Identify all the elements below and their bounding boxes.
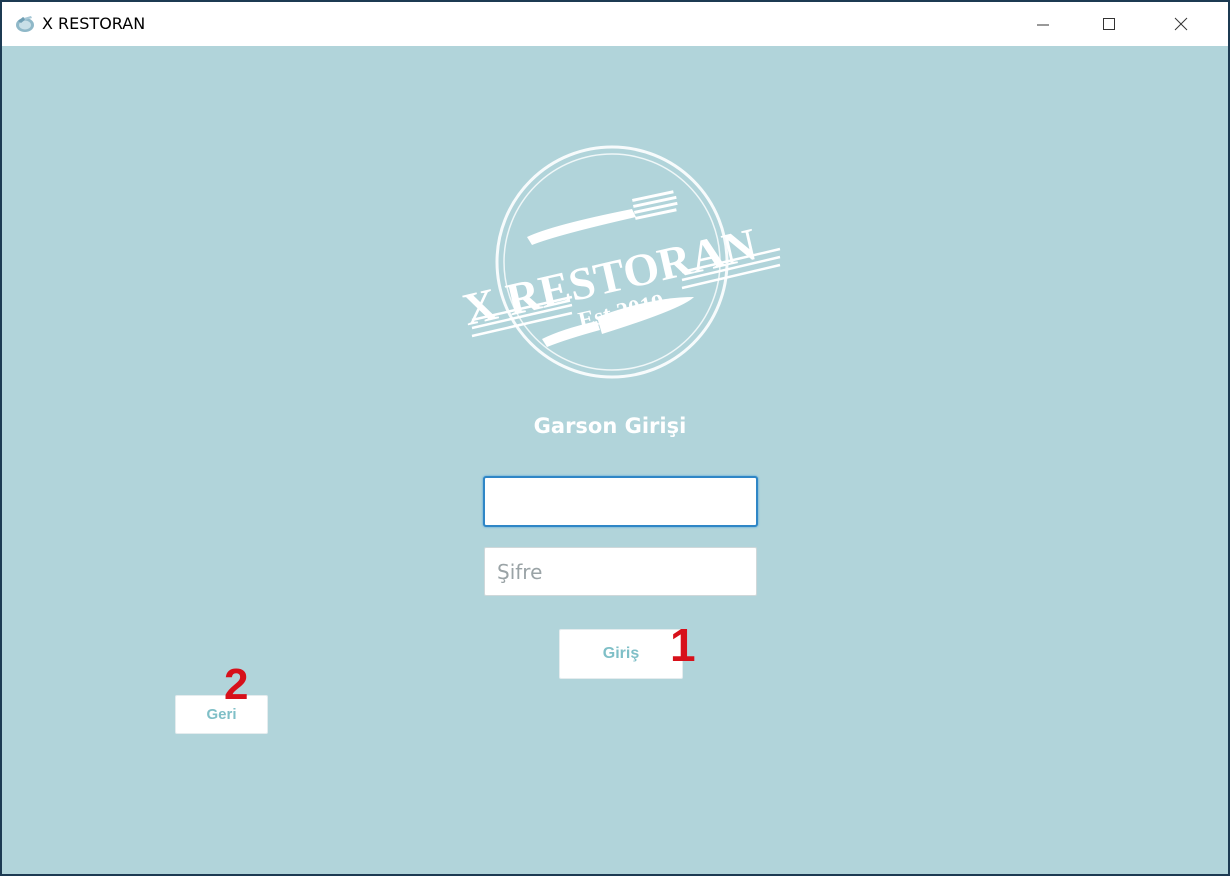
- minimize-button[interactable]: [1020, 2, 1066, 46]
- password-input[interactable]: [484, 547, 757, 596]
- close-button[interactable]: [1158, 2, 1204, 46]
- annotation-marker-2: 2: [224, 660, 249, 709]
- app-logo-icon: [16, 16, 34, 32]
- login-button[interactable]: Giriş: [559, 629, 683, 679]
- maximize-button[interactable]: [1086, 2, 1132, 46]
- fork-icon: [527, 190, 678, 245]
- annotation-marker-1: 1: [670, 619, 696, 671]
- page-title: Garson Girişi: [533, 414, 687, 438]
- back-button[interactable]: Geri: [175, 695, 268, 734]
- window-title: X RESTORAN: [42, 14, 146, 33]
- title-bar[interactable]: X RESTORAN: [2, 2, 1228, 46]
- close-icon: [1174, 17, 1188, 31]
- minimize-icon: [1037, 24, 1049, 26]
- maximize-icon: [1103, 18, 1115, 30]
- restaurant-logo: X RESTORAN Est 2019: [458, 145, 781, 379]
- app-window: X RESTORAN X RESTORAN Est 2019 Garson Gi…: [0, 0, 1230, 876]
- username-input[interactable]: [483, 476, 758, 527]
